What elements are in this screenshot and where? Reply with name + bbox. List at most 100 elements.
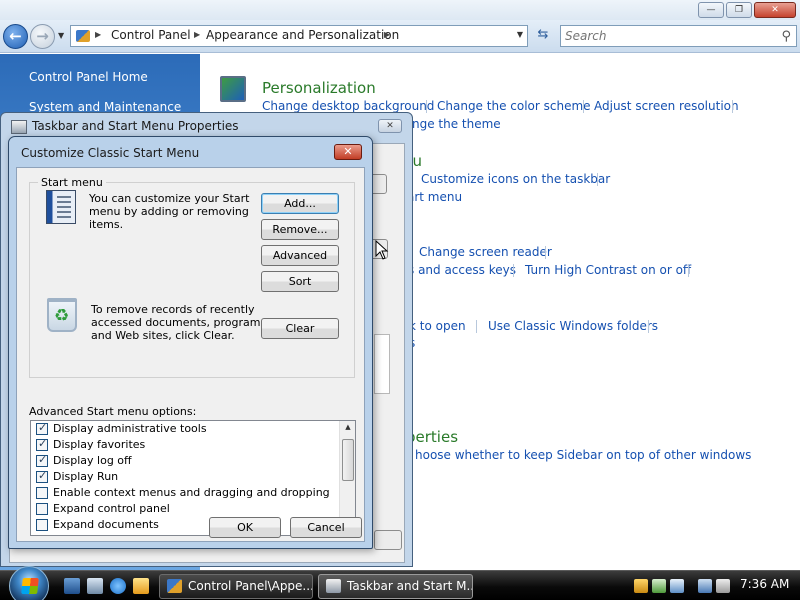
close-icon[interactable]: ✕ <box>754 2 796 18</box>
sort-button[interactable]: Sort <box>261 271 339 292</box>
minimize-icon[interactable]: — <box>698 2 724 18</box>
link-access-keys[interactable]: s and access keys <box>408 263 516 277</box>
close-icon[interactable]: ✕ <box>334 144 362 160</box>
scroll-thumb[interactable] <box>342 439 354 481</box>
link-screen-resolution[interactable]: Adjust screen resolution <box>594 99 739 113</box>
start-button[interactable] <box>9 566 49 600</box>
personalization-heading[interactable]: Personalization <box>262 79 376 97</box>
checkbox-expand-documents[interactable] <box>36 519 48 531</box>
clear-button[interactable]: Clear <box>261 318 339 339</box>
add-button[interactable]: Add... <box>261 193 339 214</box>
remove-button[interactable]: Remove... <box>261 219 339 240</box>
checkbox-expand-control-panel[interactable] <box>36 503 48 515</box>
list-item[interactable]: Display log off <box>31 453 339 469</box>
list-item[interactable]: Expand control panel <box>31 501 339 517</box>
search-input[interactable] <box>565 28 765 44</box>
option-label: Expand documents <box>53 518 159 531</box>
back-button[interactable]: ← <box>3 24 28 49</box>
breadcrumb-separator-icon[interactable]: ▶ <box>384 30 390 39</box>
taskbar-item-label: Control Panel\Appe... <box>188 579 313 593</box>
start-menu-group-label: Start menu <box>38 176 106 189</box>
address-bar[interactable]: ▶ Control Panel ▶ Appearance and Persona… <box>70 25 528 47</box>
customize-dialog-title: Customize Classic Start Menu <box>21 146 200 160</box>
link-divider <box>545 246 546 259</box>
clock[interactable]: 7:36 AM <box>740 577 789 591</box>
link-classic-folders[interactable]: Use Classic Windows folders <box>488 319 658 333</box>
history-dropdown-icon[interactable]: ▼ <box>58 31 64 40</box>
show-desktop-icon[interactable] <box>64 578 80 594</box>
list-item[interactable]: Display Run <box>31 469 339 485</box>
link-high-contrast[interactable]: Turn High Contrast on or off <box>525 263 691 277</box>
link-click-to-open[interactable]: k to open <box>409 319 466 333</box>
taskbar-item-taskbar-properties[interactable]: Taskbar and Start M... <box>318 574 473 599</box>
taskbar-item-control-panel[interactable]: Control Panel\Appe... <box>159 574 313 599</box>
list-item[interactable]: Enable context menus and dragging and dr… <box>31 485 339 501</box>
media-player-icon[interactable] <box>133 578 149 594</box>
taskbar-dialog-title: Taskbar and Start Menu Properties <box>32 119 239 133</box>
control-panel-icon <box>76 30 90 42</box>
recycle-bin-icon <box>47 298 77 332</box>
taskbar-dialog-close-button[interactable]: ✕ <box>378 119 402 133</box>
option-label: Display log off <box>53 454 132 467</box>
customize-dialog-body: Start menu You can customize your Start … <box>16 167 365 542</box>
list-item[interactable]: Display administrative tools <box>31 421 339 437</box>
volume-muted-icon[interactable] <box>716 579 730 593</box>
option-label: Expand control panel <box>53 502 170 515</box>
hidden-button[interactable] <box>374 530 402 550</box>
checkbox-log-off[interactable] <box>36 453 48 467</box>
link-color-scheme[interactable]: Change the color scheme <box>437 99 591 113</box>
address-dropdown-icon[interactable]: ▼ <box>517 30 523 39</box>
start-menu-icon <box>46 190 76 224</box>
search-box[interactable]: ⚲ <box>560 25 797 47</box>
link-screen-reader[interactable]: Change screen reader <box>419 245 552 259</box>
title-bar: — ❐ ✕ <box>0 0 800 20</box>
link-divider <box>597 173 598 186</box>
network-icon[interactable] <box>698 579 712 593</box>
navigation-bar: ← → ▼ ▶ Control Panel ▶ Appearance and P… <box>0 20 800 53</box>
advanced-button[interactable]: Advanced <box>261 245 339 266</box>
taskbar-item-label: Taskbar and Start M... <box>347 579 473 593</box>
link-desktop-background[interactable]: Change desktop background <box>262 99 434 113</box>
maximize-icon[interactable]: ❐ <box>726 2 752 18</box>
breadcrumb-appearance[interactable]: Appearance and Personalization <box>206 28 399 42</box>
link-divider <box>476 320 477 333</box>
switch-windows-icon[interactable] <box>87 578 103 594</box>
forward-button[interactable]: → <box>30 24 55 49</box>
control-panel-icon <box>167 579 182 593</box>
option-label: Enable context menus and dragging and dr… <box>53 486 330 499</box>
checkbox-favorites[interactable] <box>36 437 48 451</box>
link-start-menu[interactable]: art menu <box>407 190 462 204</box>
link-divider <box>513 264 514 277</box>
clear-description: To remove records of recently accessed d… <box>91 303 270 342</box>
taskbar: Control Panel\Appe... Taskbar and Start … <box>0 566 800 600</box>
checkbox-context-menus[interactable] <box>36 487 48 499</box>
breadcrumb-separator-icon[interactable]: ▶ <box>95 30 101 39</box>
scroll-up-icon[interactable]: ▲ <box>342 423 354 435</box>
customize-description: You can customize your Start menu by add… <box>89 192 250 231</box>
search-icon[interactable]: ⚲ <box>781 29 791 44</box>
personalization-icon <box>220 76 246 102</box>
ok-button[interactable]: OK <box>209 517 281 538</box>
link-divider <box>426 100 427 113</box>
link-customize-icons[interactable]: Customize icons on the taskbar <box>421 172 610 186</box>
sidebar-properties-heading[interactable]: perties <box>406 428 458 446</box>
sidebar-item-home[interactable]: Control Panel Home <box>29 70 148 84</box>
breadcrumb-separator-icon[interactable]: ▶ <box>194 30 200 39</box>
internet-explorer-icon[interactable] <box>110 578 126 594</box>
list-item[interactable]: Display favorites <box>31 437 339 453</box>
security-shield-icon[interactable] <box>634 579 648 593</box>
refresh-icon[interactable]: ⇆ <box>531 25 555 47</box>
link-divider <box>583 100 584 113</box>
link-divider <box>732 100 733 113</box>
breadcrumb-control-panel[interactable]: Control Panel <box>111 28 191 42</box>
checkbox-run[interactable] <box>36 469 48 483</box>
option-label: Display favorites <box>53 438 146 451</box>
update-icon[interactable] <box>652 579 666 593</box>
tray-app-icon[interactable] <box>670 579 684 593</box>
advanced-options-label: Advanced Start menu options: <box>29 405 197 418</box>
checkbox-admin-tools[interactable] <box>36 421 48 435</box>
cancel-button[interactable]: Cancel <box>290 517 362 538</box>
link-sidebar-on-top[interactable]: hoose whether to keep Sidebar on top of … <box>415 448 751 462</box>
link-change-theme[interactable]: nge the theme <box>412 117 501 131</box>
taskbar-properties-icon <box>326 579 341 593</box>
